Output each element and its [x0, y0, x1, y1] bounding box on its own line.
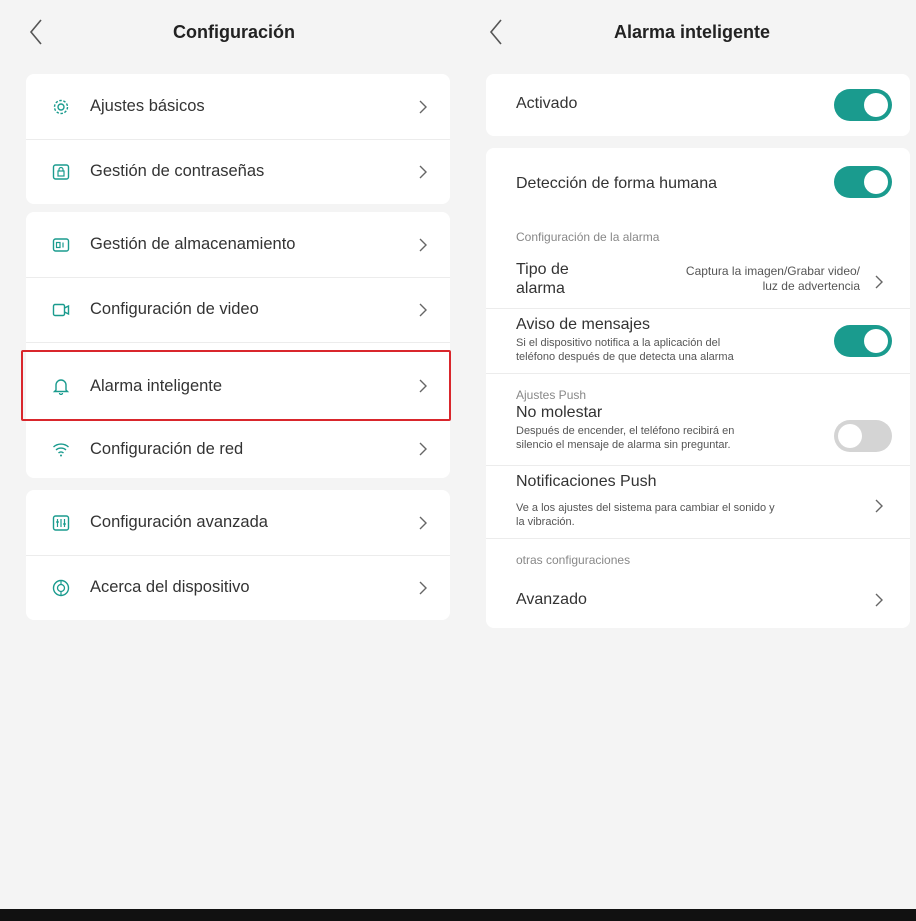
gear-icon: [53, 99, 69, 114]
chevron-right-icon: [419, 165, 427, 178]
lock-icon: [52, 163, 70, 180]
divider: [486, 308, 910, 309]
activated-label: Activado: [516, 95, 578, 112]
settings-item-label: Gestión de almacenamiento: [90, 235, 296, 253]
alarm-type-label: Tipo de alarma: [516, 260, 569, 298]
settings-group-media: Gestión de almacenamiento Configuración …: [26, 212, 450, 478]
settings-item-basic[interactable]: Ajustes básicos: [26, 74, 450, 139]
sliders-icon: [52, 514, 70, 531]
settings-item-network[interactable]: Configuración de red: [26, 420, 450, 478]
toggle-knob: [838, 424, 862, 448]
alarm-type-value-line1: Captura la imagen/Grabar video/: [685, 264, 860, 278]
bottom-bar: [0, 909, 916, 921]
message-notice-toggle[interactable]: [834, 325, 892, 357]
settings-item-label: Configuración de red: [90, 439, 244, 458]
divider: [486, 538, 910, 539]
divider: [26, 342, 450, 343]
settings-item-video[interactable]: Configuración de video: [26, 277, 450, 342]
settings-item-passwords[interactable]: Gestión de contraseñas: [26, 139, 450, 204]
chevron-right-icon: [419, 516, 427, 529]
chevron-right-icon: [419, 303, 427, 316]
do-not-disturb-toggle[interactable]: [834, 420, 892, 452]
push-notifications-desc: Ve a los ajustes del sistema para cambia…: [516, 501, 775, 529]
settings-item-advanced[interactable]: Configuración avanzada: [26, 490, 450, 555]
wifi-icon: [53, 443, 69, 457]
message-notice-label: Aviso de mensajes: [516, 316, 650, 333]
toggle-knob: [864, 170, 888, 194]
section-other-settings: otras configuraciones: [516, 553, 631, 567]
page-title: Alarma inteligente: [613, 22, 771, 42]
chevron-right-icon: [419, 581, 427, 594]
smart-alarm-panel: Alarma inteligente Activado Detección de…: [468, 0, 916, 909]
settings-item-about[interactable]: Acerca del dispositivo: [26, 555, 450, 620]
settings-group-device: Configuración avanzada Acerca del dispos…: [26, 490, 450, 620]
do-not-disturb-desc-line2: silencio el mensaje de alarma sin pregun…: [516, 439, 731, 451]
info-icon: [52, 579, 70, 596]
do-not-disturb-label: No molestar: [516, 404, 603, 421]
settings-item-label: Ajustes básicos: [90, 97, 205, 115]
toggle-knob: [864, 329, 888, 353]
message-notice-desc-line1: Si el dispositivo notifica a la aplicaci…: [516, 337, 721, 349]
settings-panel: Configuración Ajustes básicos Gestión de…: [0, 0, 468, 909]
advanced-label: Avanzado: [516, 591, 587, 608]
push-notifications-desc-line2: la vibración.: [516, 516, 575, 528]
settings-item-label: Configuración de video: [90, 300, 259, 318]
push-notifications-label: Notificaciones Push: [516, 473, 657, 490]
message-notice-desc-line2: teléfono después de que detecta una alar…: [516, 351, 734, 363]
do-not-disturb-desc-line1: Después de encender, el teléfono recibir…: [516, 425, 735, 437]
human-detection-label: Detección de forma humana: [516, 175, 717, 192]
settings-item-label: Acerca del dispositivo: [90, 578, 250, 596]
settings-item-label: Configuración avanzada: [90, 513, 268, 531]
alarm-type-label-line2: alarma: [516, 280, 565, 297]
section-alarm-config: Configuración de la alarma: [516, 230, 660, 244]
chevron-right-icon: [875, 593, 883, 607]
alarm-type-value: Captura la imagen/Grabar video/luz de ad…: [686, 264, 860, 294]
human-detection-toggle[interactable]: [834, 166, 892, 198]
chevron-right-icon: [419, 100, 427, 113]
alarm-type-label-line1: Tipo de: [516, 261, 569, 278]
alarm-type-value-line2: luz de advertencia: [762, 279, 860, 293]
chevron-right-icon: [419, 238, 427, 251]
chevron-right-icon: [875, 499, 883, 513]
page-title: Configuración: [173, 22, 295, 42]
push-notifications-desc-line1: Ve a los ajustes del sistema para cambia…: [516, 502, 775, 514]
chevron-right-icon: [875, 275, 883, 289]
settings-item-label: Gestión de contraseñas: [90, 162, 265, 180]
alarm-settings-card: Detección de forma humana Configuración …: [486, 148, 910, 628]
activated-card: Activado: [486, 74, 910, 136]
toggle-knob: [864, 93, 888, 117]
smart-alarm-header: Alarma inteligente: [468, 0, 916, 66]
section-push-settings: Ajustes Push: [516, 388, 587, 402]
highlight-box: [21, 350, 451, 421]
divider: [486, 373, 910, 374]
divider: [486, 465, 910, 466]
do-not-disturb-desc: Después de encender, el teléfono recibir…: [516, 424, 734, 452]
message-notice-desc: Si el dispositivo notifica a la aplicaci…: [516, 336, 734, 364]
video-icon: [52, 303, 70, 316]
settings-header: Configuración: [0, 0, 468, 66]
chevron-right-icon: [419, 442, 427, 456]
activated-toggle[interactable]: [834, 89, 892, 121]
settings-item-storage[interactable]: Gestión de almacenamiento: [26, 212, 450, 277]
settings-group-basic: Ajustes básicos Gestión de contraseñas: [26, 74, 450, 204]
storage-icon: [52, 237, 70, 252]
